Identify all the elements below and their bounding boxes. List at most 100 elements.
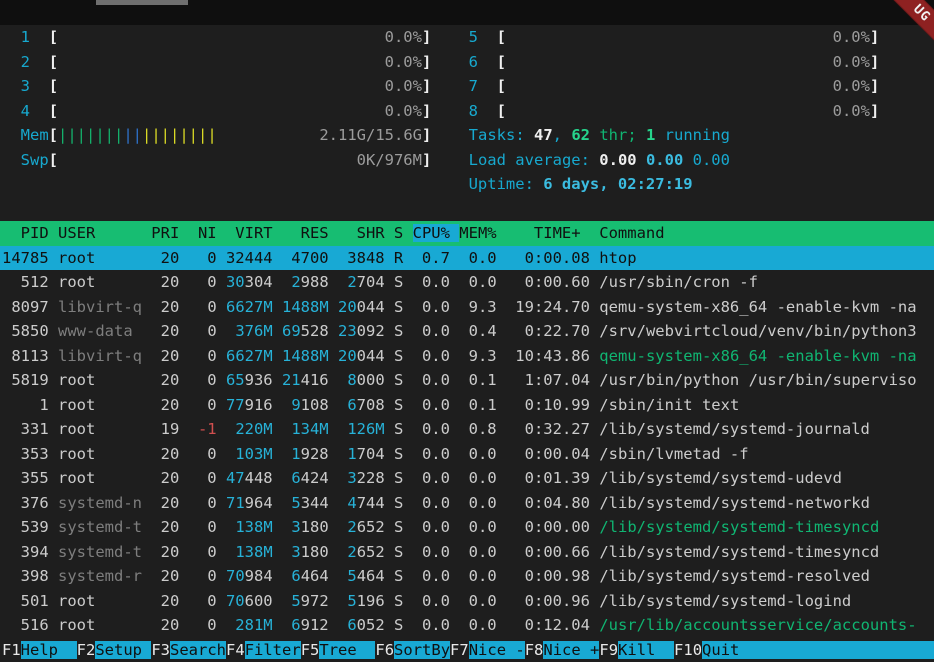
text-segment: systemd-t [58,543,142,561]
text-segment [30,77,49,95]
process-row-5819[interactable]: 5819 root 20 0 65936 21416 8000 S 0.0 0.… [0,368,934,393]
text-segment [2,28,21,46]
text-segment: 964 [245,494,292,512]
text-segment: 936 [245,371,282,389]
table-header-row[interactable]: PID USER PRI NI VIRT RES SHR S CPU% MEM%… [0,221,934,246]
process-row-501[interactable]: 501 root 20 0 70600 5972 5196 S 0.0 0.0 … [0,589,934,614]
text-segment: [ [49,151,58,169]
fn-filter-button[interactable]: Filter [245,641,301,659]
cpu2-id: 2 [21,53,30,71]
text-segment [273,543,292,561]
process-row-1[interactable]: 1 root 20 0 77916 9108 6708 S 0.0 0.1 0:… [0,393,934,418]
fn-key-f4[interactable]: F4 [226,641,245,659]
process-row-353[interactable]: 353 root 20 0 103M 1928 1704 S 0.0 0.0 0… [0,442,934,467]
text-segment: 20 0 [142,518,235,536]
text-segment: 5850 [2,322,58,340]
text-segment: 539 [2,518,58,536]
fn-sortby-button[interactable]: SortBy [394,641,450,659]
thread-command: /usr/lib/accountsservice/accounts- [599,616,916,634]
cpu4-id: 4 [21,102,30,120]
cpu3-bar: 0.0% [58,77,422,95]
fn-search-button[interactable]: Search [170,641,226,659]
text-segment: [ [497,102,506,120]
text-segment: ] [870,102,879,120]
column-headers-right[interactable]: MEM% TIME+ Command [459,224,664,242]
fn-key-f2[interactable]: F2 [77,641,96,659]
text-segment [431,102,468,120]
text-segment: 344 [301,494,348,512]
text-segment: 6 [347,396,356,414]
sort-column-cpu[interactable]: CPU% [413,224,460,242]
fn-key-f3[interactable]: F3 [151,641,170,659]
load-15min: 0.00 [693,151,730,169]
process-row-5850[interactable]: 5850 www-data 20 0 376M 69528 23092 S 0.… [0,319,934,344]
cpu8-bar: 0.0% [506,102,870,120]
text-segment: 5819 root 20 0 [2,371,226,389]
function-key-bar[interactable]: F1Help F2Setup F3SearchF4FilterF5Tree F6… [0,638,934,662]
text-segment: 2 [347,518,356,536]
text-segment: 464 [301,567,348,585]
fn-tree-button[interactable]: Tree [319,641,375,659]
process-row-394[interactable]: 394 systemd-t 20 0 138M 3180 2652 S 0.0 … [0,540,934,565]
fn-nice-plus-button[interactable]: Nice + [543,641,599,659]
process-row-376[interactable]: 376 systemd-n 20 0 71964 5344 4744 S 0.0… [0,491,934,516]
process-row-8113[interactable]: 8113 libvirt-q 20 0 6627M 1488M 20044 S … [0,344,934,369]
fn-nice-minus-button[interactable]: Nice - [469,641,525,659]
text-segment: 600 [245,592,292,610]
text-segment: 126M [347,420,384,438]
text-segment: 2 [291,273,300,291]
fn-kill-button[interactable]: Kill [618,641,674,659]
process-row-539[interactable]: 539 systemd-t 20 0 138M 3180 2652 S 0.0 … [0,515,934,540]
fn-key-f8[interactable]: F8 [525,641,544,659]
process-row-512[interactable]: 512 root 20 0 30304 2988 2704 S 0.0 0.0 … [0,270,934,295]
column-headers-left[interactable]: PID USER PRI NI VIRT RES SHR S [2,224,413,242]
text-segment: [ [49,77,58,95]
text-segment: ] [870,28,879,46]
panel-resize-handle[interactable] [96,0,188,5]
process-row-8097[interactable]: 8097 libvirt-q 20 0 6627M 1488M 20044 S … [0,295,934,320]
text-segment: 424 [301,469,348,487]
fn-key-f10[interactable]: F10 [674,641,702,659]
text-segment [431,28,468,46]
fn-key-f1[interactable]: F1 [2,641,21,659]
text-segment: 5 [347,592,356,610]
panel-top-band [0,0,934,25]
running-count: 1 [646,126,655,144]
process-row-516[interactable]: 516 root 20 0 281M 6912 6052 S 0.0 0.0 0… [0,613,934,638]
process-row-355[interactable]: 355 root 20 0 47448 6424 3228 S 0.0 0.0 … [0,466,934,491]
thread-command: /lib/systemd/systemd-timesyncd [599,518,879,536]
text-segment: 6 [347,616,356,634]
cpu3-id: 3 [21,77,30,95]
mem-used-bars: ||||||| [58,126,123,144]
text-segment: 376M [235,322,272,340]
load-5min: 0.00 [646,151,693,169]
process-row-331[interactable]: 331 root 19 -1 220M 134M 126M S 0.0 0.8 … [0,417,934,442]
process-row-398[interactable]: 398 systemd-r 20 0 70984 6464 5464 S 0.0… [0,564,934,589]
text-segment: libvirt-q [58,298,142,316]
fn-key-f9[interactable]: F9 [599,641,618,659]
text-segment [2,102,21,120]
cpu2-bar: 0.0% [58,53,422,71]
text-segment: 134M [291,420,328,438]
fn-setup-button[interactable]: Setup [95,641,151,659]
fn-key-f7[interactable]: F7 [450,641,469,659]
text-segment: ] [422,126,431,144]
text-segment: 704 S 0.0 0.0 0:00.60 /usr/sbin/cron -f [357,273,758,291]
text-segment: 464 S 0.0 0.0 0:00.98 /lib/systemd/syste… [357,567,870,585]
uptime-row: Uptime: 6 days, 02:27:19 [0,172,934,197]
text-segment: [ [497,53,506,71]
text-segment: 138M [235,518,272,536]
process-row-14785-selected[interactable]: 14785 root 20 0 32444 4700 3848 R 0.7 0.… [0,246,934,271]
fn-key-f5[interactable]: F5 [301,641,320,659]
text-segment [58,151,357,169]
swap-usage-text: 0K/976M [357,151,422,169]
text-segment: 912 [301,616,348,634]
selected-process-text: 14785 root 20 0 32444 4700 3848 R 0.7 0.… [2,249,637,267]
text-segment: [ [49,53,58,71]
fn-key-f6[interactable]: F6 [375,641,394,659]
text-segment: ] [422,28,431,46]
text-segment: 180 [301,543,348,561]
fn-quit-button[interactable]: Quit [702,641,934,659]
text-segment: 376 [2,494,58,512]
fn-help-button[interactable]: Help [21,641,77,659]
